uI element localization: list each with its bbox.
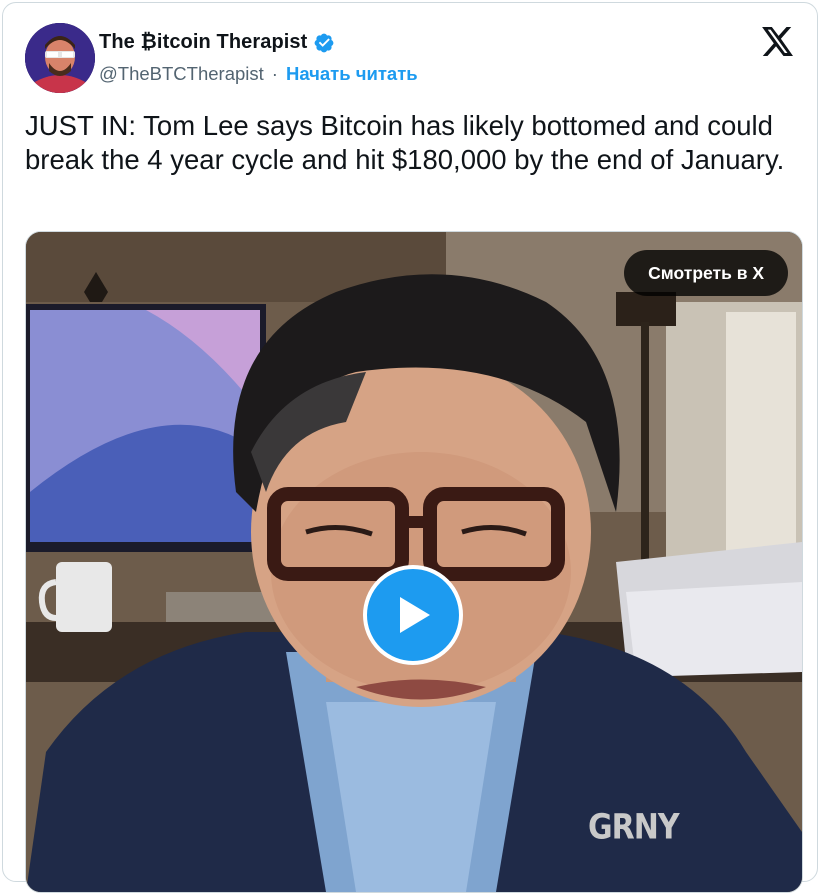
follow-button[interactable]: Начать читать <box>286 63 418 85</box>
x-logo-icon[interactable] <box>761 27 795 57</box>
tweet-text: JUST IN: Tom Lee says Bitcoin has likely… <box>25 110 785 175</box>
play-button[interactable] <box>363 565 463 665</box>
video-watermark: GRNY <box>588 807 680 848</box>
play-icon <box>400 597 430 633</box>
avatar-image <box>25 23 95 93</box>
tweet-card[interactable]: The ₿itcoin Therapist @TheBTCTherapist ·… <box>2 2 818 893</box>
video-player[interactable]: GRNY Смотреть в X <box>25 231 803 893</box>
author-name-row: The ₿itcoin Therapist <box>99 31 335 54</box>
video-thumbnail <box>26 232 802 892</box>
watch-on-x-button[interactable]: Смотреть в X <box>624 250 788 296</box>
author-display-name[interactable]: The ₿itcoin Therapist <box>99 31 307 54</box>
author-handle[interactable]: @TheBTCTherapist <box>99 63 264 85</box>
separator-dot: · <box>271 63 278 84</box>
avatar[interactable] <box>25 23 95 93</box>
author-handle-row: @TheBTCTherapist · Начать читать <box>99 63 418 85</box>
verified-badge-icon <box>315 33 334 52</box>
